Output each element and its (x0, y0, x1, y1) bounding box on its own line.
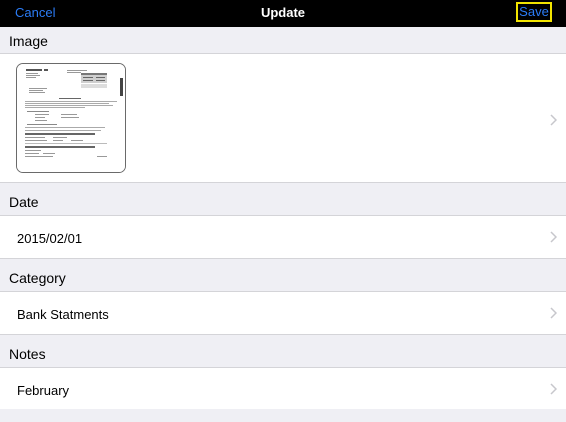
date-row[interactable]: 2015/02/01 (0, 215, 566, 259)
notes-row[interactable]: February (0, 367, 566, 410)
section-header-date: Date (0, 183, 566, 215)
category-value: Bank Statments (17, 307, 109, 322)
navigation-bar: Cancel Update Save (0, 0, 566, 27)
document-preview-image (17, 64, 125, 172)
section-header-category: Category (0, 259, 566, 291)
bottom-spacer (0, 409, 566, 422)
document-thumbnail[interactable] (16, 63, 126, 173)
chevron-right-icon (550, 383, 557, 395)
page-title: Update (260, 5, 306, 20)
category-row[interactable]: Bank Statments (0, 291, 566, 335)
chevron-right-icon (550, 231, 557, 243)
date-value: 2015/02/01 (17, 231, 83, 246)
update-screen: Cancel Update Save Image Date 2015/02/01… (0, 0, 566, 422)
chevron-right-icon (550, 307, 557, 319)
save-button[interactable]: Save (516, 2, 552, 22)
chevron-right-icon (550, 114, 557, 126)
section-header-image: Image (0, 27, 566, 53)
notes-value: February (17, 383, 70, 398)
image-row[interactable] (0, 53, 566, 183)
section-header-notes: Notes (0, 335, 566, 367)
